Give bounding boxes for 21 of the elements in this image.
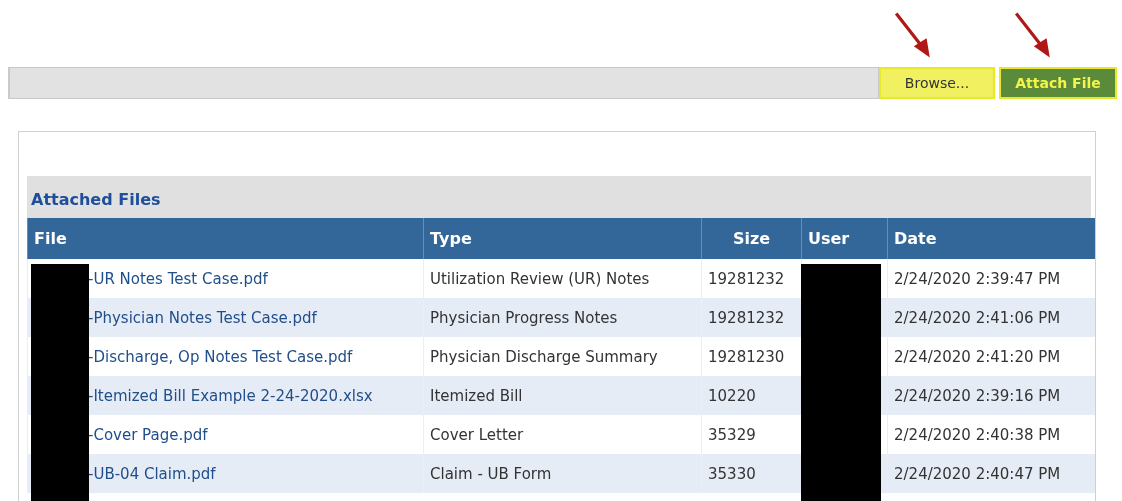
date-cell: 2/24/2020 2:41:06 PM — [887, 298, 1095, 337]
size-cell: 19281232 — [701, 298, 802, 337]
type-cell: Claim - UB Form — [423, 454, 702, 493]
size-cell: 10220 — [701, 376, 802, 415]
column-header: Size — [701, 218, 802, 259]
date-cell: 2/24/2020 2:39:16 PM — [887, 376, 1095, 415]
section-title: Attached Files — [27, 176, 1091, 218]
column-header: Date — [887, 218, 1095, 259]
browse-button[interactable]: Browse... — [879, 67, 995, 99]
column-header: Type — [423, 218, 702, 259]
type-cell: Physician Progress Notes — [423, 298, 702, 337]
file-path-field[interactable] — [9, 67, 879, 99]
column-header: File — [27, 218, 424, 259]
column-header: User — [801, 218, 888, 259]
date-cell: 2/24/2020 2:40:47 PM — [887, 454, 1095, 493]
size-cell: 35330 — [701, 454, 802, 493]
file-link[interactable]: -UB-04 Claim.pdf — [88, 464, 216, 483]
type-cell: Itemized Bill — [423, 376, 702, 415]
file-link[interactable]: -Cover Page.pdf — [88, 425, 208, 444]
file-link[interactable]: -Discharge, Op Notes Test Case.pdf — [88, 347, 353, 366]
file-link[interactable]: -UR Notes Test Case.pdf — [88, 269, 268, 288]
